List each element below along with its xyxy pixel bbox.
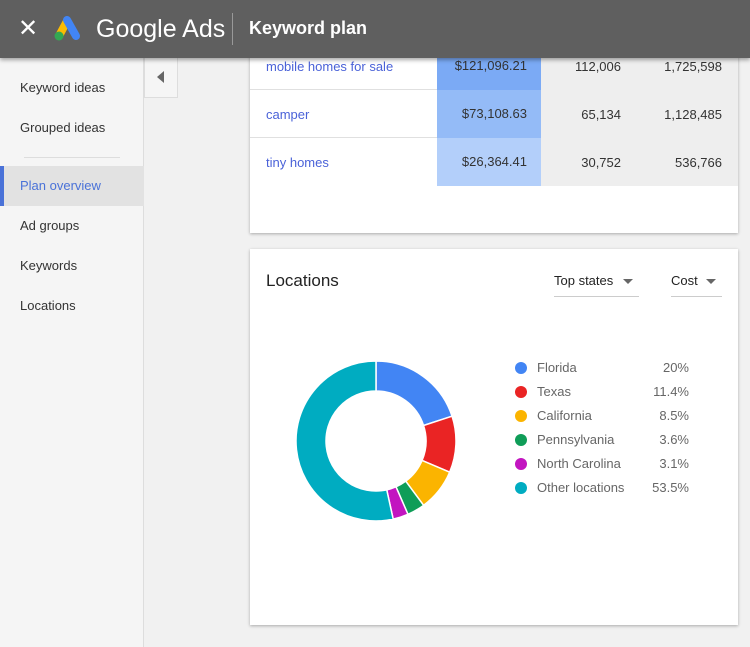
legend-item: Other locations 53.5% (515, 476, 695, 500)
top-states-dropdown[interactable]: Top states (554, 265, 639, 297)
collapse-sidebar-button[interactable] (144, 58, 178, 98)
sidebar-divider (24, 157, 120, 158)
legend-item: Texas 11.4% (515, 380, 695, 404)
sidebar: Keyword ideas Grouped ideas Plan overvie… (0, 58, 144, 647)
legend-label: California (537, 408, 592, 423)
dropdown-arrow-icon (623, 279, 633, 284)
legend-dot (515, 362, 527, 374)
keyword-link[interactable]: tiny homes (266, 155, 329, 170)
legend-value: 3.6% (659, 432, 689, 447)
app-header: ✕ Google Ads Keyword plan (0, 0, 750, 58)
legend-value: 53.5% (652, 480, 689, 495)
metric-cell: 536,766 (675, 155, 722, 170)
legend-value: 8.5% (659, 408, 689, 423)
legend-dot (515, 458, 527, 470)
table-row: $26,364.41 tiny homes 30,752 536,766 (250, 138, 738, 186)
cost-dropdown[interactable]: Cost (671, 265, 722, 297)
legend-dot (515, 482, 527, 494)
legend-label: Other locations (537, 480, 625, 495)
legend-item: Florida 20% (515, 356, 695, 380)
legend-item: Pennsylvania 3.6% (515, 428, 695, 452)
header-divider (232, 13, 233, 45)
sidebar-item-ad-groups[interactable]: Ad groups (0, 206, 144, 246)
dropdown-arrow-icon (706, 279, 716, 284)
sidebar-item-keywords[interactable]: Keywords (0, 246, 144, 286)
close-icon[interactable]: ✕ (18, 17, 38, 41)
legend-value: 11.4% (653, 384, 689, 399)
locations-title: Locations (266, 271, 339, 290)
legend-dot (515, 434, 527, 446)
table-row: $73,108.63 camper 65,134 1,128,485 (250, 90, 738, 138)
google-ads-logo (54, 16, 80, 41)
legend-dot (515, 386, 527, 398)
sidebar-item-keyword-ideas[interactable]: Keyword ideas (0, 68, 144, 108)
legend-label: Pennsylvania (537, 432, 615, 447)
sidebar-item-locations[interactable]: Locations (0, 286, 144, 326)
legend-label: Texas (537, 384, 571, 399)
metric-cell: 1,128,485 (664, 107, 722, 122)
locations-card: Locations Top states Cost Florida 20% Texa… (250, 249, 738, 625)
chevron-left-icon (157, 71, 164, 83)
sidebar-item-plan-overview[interactable]: Plan overview (0, 166, 144, 206)
page-title: Keyword plan (249, 18, 368, 38)
brand-name: Google Ads (96, 15, 226, 43)
cost-cell: $26,364.41 (437, 138, 541, 186)
sidebar-item-grouped-ideas[interactable]: Grouped ideas (0, 108, 144, 148)
legend-dot (515, 410, 527, 422)
keyword-link[interactable]: camper (266, 107, 309, 122)
legend-item: North Carolina 3.1% (515, 452, 695, 476)
keywords-card: $121,096.21 mobile homes for sale 112,00… (250, 30, 738, 233)
legend-label: Florida (537, 360, 577, 375)
metric-cell: 30,752 (581, 155, 621, 170)
donut-chart (295, 360, 457, 522)
donut-slice-florida[interactable] (375, 360, 453, 427)
legend-value: 20% (662, 360, 689, 375)
legend-item: California 8.5% (515, 404, 695, 428)
metric-cell: 1,725,598 (664, 59, 722, 74)
dropdown-label: Cost (671, 273, 698, 288)
metric-cell: 112,006 (574, 59, 621, 74)
legend-value: 3.1% (659, 456, 689, 471)
metric-cell: 65,134 (581, 107, 621, 122)
dropdown-label: Top states (554, 273, 614, 288)
keyword-link[interactable]: mobile homes for sale (266, 59, 393, 74)
legend-label: North Carolina (537, 456, 621, 471)
cost-cell: $73,108.63 (437, 90, 541, 138)
